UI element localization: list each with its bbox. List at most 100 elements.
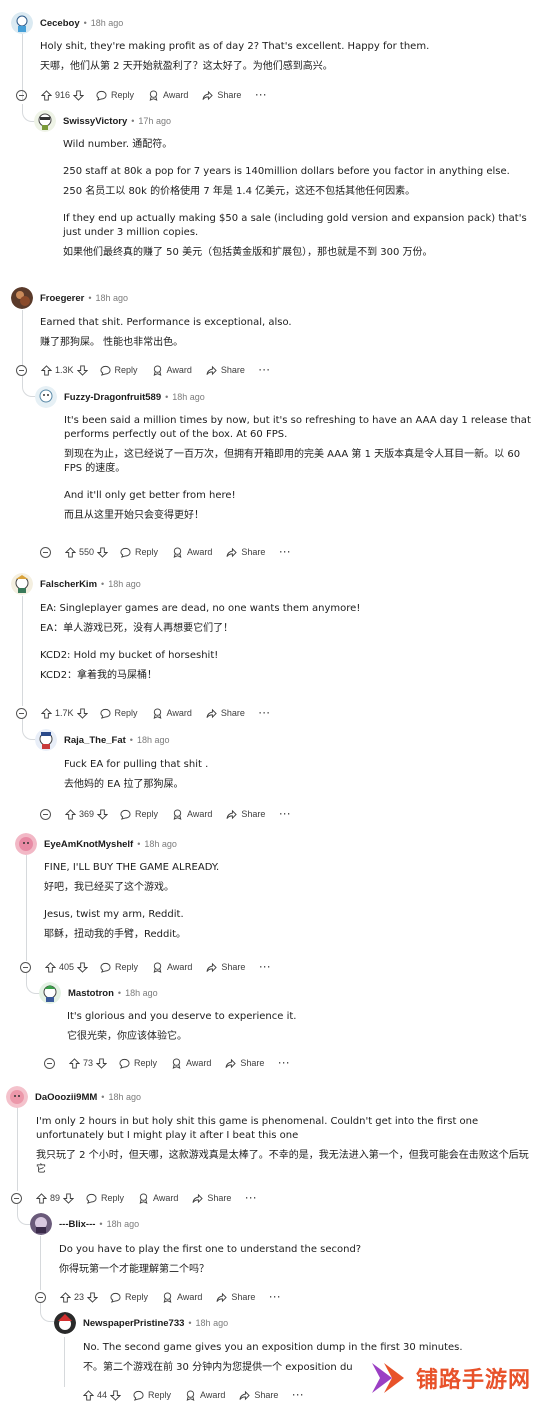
avatar[interactable] xyxy=(34,110,56,132)
share-button[interactable]: Share xyxy=(239,1390,278,1401)
username[interactable]: DaOoozii9MM xyxy=(35,1092,97,1103)
action-bar: 550 Reply Award Share ··· xyxy=(40,544,291,560)
award-button[interactable]: Award xyxy=(162,1291,202,1303)
username[interactable]: ---Blix--- xyxy=(59,1219,95,1230)
downvote-icon[interactable] xyxy=(76,364,88,376)
downvote-icon[interactable] xyxy=(63,1192,75,1204)
avatar[interactable] xyxy=(6,1086,28,1108)
username[interactable]: Ceceboy xyxy=(40,18,80,29)
upvote-icon[interactable] xyxy=(83,1389,94,1401)
avatar[interactable] xyxy=(15,833,37,855)
more-options-button[interactable]: ··· xyxy=(279,809,291,819)
award-button[interactable]: Award xyxy=(172,808,212,820)
upvote-icon[interactable] xyxy=(41,89,52,101)
award-button[interactable]: Award xyxy=(152,961,192,973)
collapse-button[interactable] xyxy=(16,89,27,101)
speech-bubble-icon xyxy=(120,547,131,558)
more-options-button[interactable]: ··· xyxy=(269,1292,281,1302)
upvote-icon[interactable] xyxy=(36,1192,47,1204)
more-options-button[interactable]: ··· xyxy=(259,962,271,972)
share-button[interactable]: Share xyxy=(216,1292,255,1303)
collapse-button[interactable] xyxy=(16,364,27,376)
upvote-icon[interactable] xyxy=(41,707,52,719)
avatar[interactable] xyxy=(35,386,57,408)
award-button[interactable]: Award xyxy=(172,546,212,558)
avatar[interactable] xyxy=(11,12,33,34)
upvote-icon[interactable] xyxy=(65,546,76,558)
upvote-icon[interactable] xyxy=(41,364,52,376)
username[interactable]: Fuzzy-Dragonfruit589 xyxy=(64,392,161,403)
downvote-icon[interactable] xyxy=(87,1291,99,1303)
avatar[interactable] xyxy=(54,1312,76,1334)
share-button[interactable]: Share xyxy=(226,547,265,558)
reply-button[interactable]: Reply xyxy=(99,708,138,719)
upvote-icon[interactable] xyxy=(69,1057,80,1069)
more-options-button[interactable]: ··· xyxy=(259,708,271,718)
avatar[interactable] xyxy=(30,1213,52,1235)
collapse-button[interactable] xyxy=(44,1057,55,1069)
collapse-button[interactable] xyxy=(16,707,27,719)
username[interactable]: SwissyVictory xyxy=(63,116,127,127)
share-button[interactable]: Share xyxy=(206,708,245,719)
downvote-icon[interactable] xyxy=(96,1057,108,1069)
award-button[interactable]: Award xyxy=(185,1389,225,1401)
avatar[interactable] xyxy=(35,729,57,751)
award-button[interactable]: Award xyxy=(138,1192,178,1204)
reply-button[interactable]: Reply xyxy=(100,962,138,973)
reply-button[interactable]: Reply xyxy=(133,1390,171,1401)
collapse-button[interactable] xyxy=(40,546,51,558)
avatar[interactable] xyxy=(11,287,33,309)
share-button[interactable]: Share xyxy=(206,365,245,376)
reply-button[interactable]: Reply xyxy=(119,1058,157,1069)
avatar[interactable] xyxy=(39,982,61,1004)
reply-button[interactable]: Reply xyxy=(86,1193,124,1204)
more-options-button[interactable]: ··· xyxy=(245,1193,257,1203)
username[interactable]: Raja_The_Fat xyxy=(64,735,126,746)
upvote-icon[interactable] xyxy=(65,808,76,820)
award-button[interactable]: Award xyxy=(152,707,192,719)
downvote-icon[interactable] xyxy=(76,707,88,719)
collapse-button[interactable] xyxy=(20,961,31,973)
collapse-button[interactable] xyxy=(40,808,51,820)
downvote-icon[interactable] xyxy=(110,1389,122,1401)
more-options-button[interactable]: ··· xyxy=(278,1058,290,1068)
award-button[interactable]: Award xyxy=(148,89,188,101)
timestamp: 18h ago xyxy=(125,988,158,998)
share-label: Share xyxy=(207,1193,232,1203)
username[interactable]: EyeAmKnotMyshelf xyxy=(44,839,133,850)
username[interactable]: FalscherKim xyxy=(40,579,97,590)
share-button[interactable]: Share xyxy=(192,1193,231,1204)
more-options-button[interactable]: ··· xyxy=(292,1390,304,1400)
avatar[interactable] xyxy=(11,573,33,595)
share-button[interactable]: Share xyxy=(206,962,245,973)
more-options-button[interactable]: ··· xyxy=(279,547,291,557)
username[interactable]: Froegerer xyxy=(40,293,84,304)
collapse-button[interactable] xyxy=(35,1291,46,1303)
share-button[interactable]: Share xyxy=(202,90,241,101)
collapse-button[interactable] xyxy=(11,1192,22,1204)
upvote-icon[interactable] xyxy=(45,961,56,973)
comment-text: Holy shit, they're making profit as of d… xyxy=(40,41,430,52)
award-button[interactable]: Award xyxy=(171,1057,211,1069)
reply-button[interactable]: Reply xyxy=(120,547,158,558)
reply-label: Reply xyxy=(101,1193,125,1203)
share-label: Share xyxy=(254,1390,279,1400)
reply-button[interactable]: Reply xyxy=(110,1292,148,1303)
award-button[interactable]: Award xyxy=(152,364,192,376)
downvote-icon[interactable] xyxy=(73,89,85,101)
upvote-icon[interactable] xyxy=(60,1291,71,1303)
reply-label: Reply xyxy=(114,708,138,718)
thread-line xyxy=(17,1107,18,1191)
more-options-button[interactable]: ··· xyxy=(255,90,267,100)
downvote-icon[interactable] xyxy=(77,961,89,973)
downvote-icon[interactable] xyxy=(97,546,109,558)
more-options-button[interactable]: ··· xyxy=(259,365,271,375)
downvote-icon[interactable] xyxy=(97,808,109,820)
username[interactable]: NewspaperPristine733 xyxy=(83,1318,184,1329)
reply-button[interactable]: Reply xyxy=(120,809,158,820)
reply-button[interactable]: Reply xyxy=(96,90,134,101)
share-button[interactable]: Share xyxy=(225,1058,264,1069)
share-button[interactable]: Share xyxy=(226,809,265,820)
reply-button[interactable]: Reply xyxy=(99,365,138,376)
username[interactable]: Mastotron xyxy=(68,988,114,999)
